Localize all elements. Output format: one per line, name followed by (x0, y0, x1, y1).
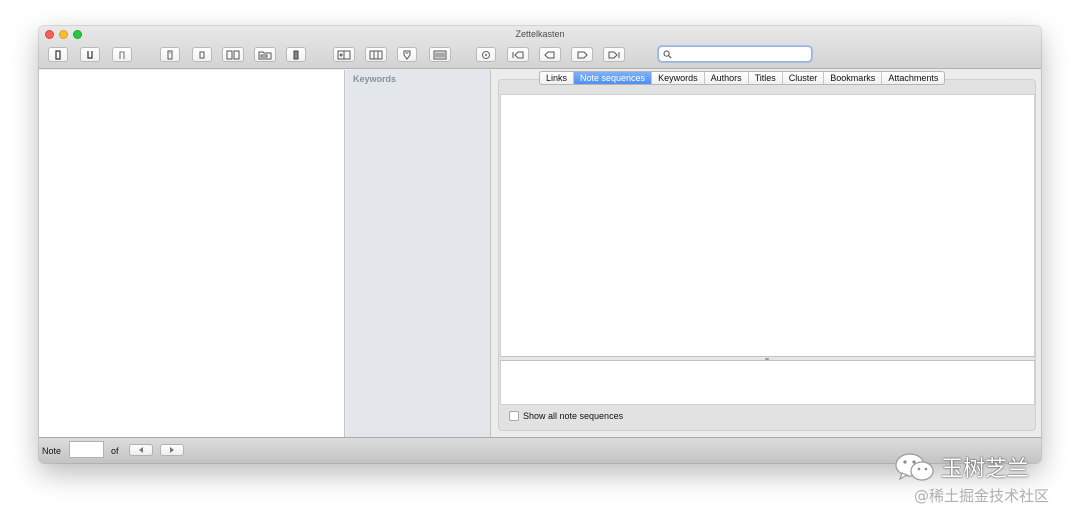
circle-icon (482, 50, 490, 59)
watermark-subtitle: @稀土掘金技术社区 (914, 487, 1050, 505)
cap-button[interactable] (112, 47, 132, 62)
tab-attachments[interactable]: Attachments (881, 72, 944, 84)
show-all-sequences-label: Show all note sequences (523, 411, 624, 421)
tab-authors[interactable]: Authors (703, 72, 748, 84)
previous-note-button[interactable] (539, 47, 561, 62)
cap-icon (119, 50, 125, 59)
tag-down-icon (403, 50, 411, 60)
tab-bar: Links Note sequences Keywords Authors Ti… (539, 71, 946, 85)
previous-page-button[interactable] (129, 444, 153, 456)
note-sequence-tree[interactable] (500, 94, 1035, 356)
last-note-button[interactable] (603, 47, 625, 62)
doc-small-icon (199, 51, 205, 58)
keywords-header: Keywords (353, 74, 397, 84)
tab-cluster[interactable]: Cluster (781, 72, 824, 84)
tab-titles[interactable]: Titles (747, 72, 782, 84)
barcode-icon (433, 50, 447, 59)
tab-links[interactable]: Links (540, 72, 573, 84)
keywords-panel[interactable]: Keywords (346, 70, 491, 437)
show-all-sequences-row[interactable]: Show all note sequences (509, 411, 623, 421)
barcode-button[interactable] (429, 47, 451, 62)
new-note-icon (55, 49, 61, 60)
search-input[interactable] (674, 47, 808, 61)
underline-button[interactable] (80, 47, 100, 62)
title-bar: Zettelkasten (39, 26, 1041, 69)
folder-icon (258, 51, 272, 59)
tag-down-button[interactable] (397, 47, 417, 62)
last-note-icon (608, 51, 620, 58)
underline-icon (87, 50, 93, 59)
splitter-grip-icon (765, 358, 769, 360)
open-document-button[interactable] (160, 47, 180, 62)
window-title: Zettelkasten (515, 29, 565, 39)
first-note-button[interactable] (507, 47, 529, 62)
split-left-icon (337, 50, 351, 59)
tab-note-sequences[interactable]: Note sequences (573, 72, 652, 84)
split-columns-button[interactable] (365, 47, 387, 62)
status-bar: Note of (39, 437, 1041, 463)
triangle-left-icon (139, 447, 143, 453)
prev-note-icon (544, 51, 555, 58)
two-cards-button[interactable] (222, 47, 244, 62)
tab-keywords[interactable]: Keywords (651, 72, 704, 84)
first-note-icon (512, 51, 524, 58)
folder-button[interactable] (254, 47, 276, 62)
stack-icon (293, 50, 299, 59)
search-icon (663, 50, 672, 59)
new-note-button[interactable] (48, 47, 68, 62)
show-all-sequences-checkbox[interactable] (509, 411, 519, 421)
stack-button[interactable] (286, 47, 306, 62)
of-label: of (111, 446, 119, 456)
small-document-button[interactable] (192, 47, 212, 62)
two-cards-icon (226, 50, 240, 59)
note-label: Note (42, 446, 62, 456)
next-note-button[interactable] (571, 47, 593, 62)
note-number-input[interactable] (69, 441, 104, 458)
history-button[interactable] (476, 47, 496, 62)
doc-icon (167, 50, 173, 59)
watermark-title: 玉树芝兰 (941, 456, 1030, 481)
sequence-detail-pane[interactable] (500, 361, 1035, 405)
wechat-icon (895, 453, 934, 481)
next-page-button[interactable] (160, 444, 184, 456)
tab-bookmarks[interactable]: Bookmarks (823, 72, 881, 84)
search-field[interactable] (658, 46, 812, 62)
note-editor-pane[interactable] (39, 70, 345, 437)
watermark: 玉树芝兰 (894, 451, 1029, 483)
next-note-icon (577, 51, 588, 58)
split-left-button[interactable] (333, 47, 355, 62)
triangle-right-icon (170, 447, 174, 453)
split-cols-icon (369, 50, 383, 59)
